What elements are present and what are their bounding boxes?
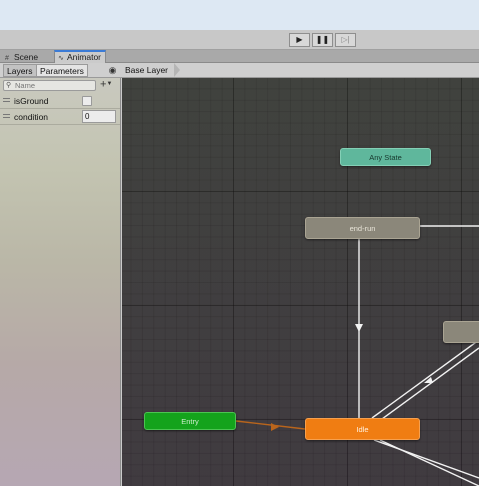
- transition-arrow-icon: [424, 377, 433, 383]
- entry-transition-line[interactable]: [235, 420, 306, 430]
- add-parameter-button[interactable]: +▼: [100, 79, 118, 91]
- parameter-bool-checkbox[interactable]: [82, 96, 92, 106]
- state-end-run[interactable]: end-run: [305, 217, 420, 239]
- parameter-row[interactable]: isGround: [0, 93, 120, 109]
- play-toolbar: ▶ ❚❚ ▷|: [0, 30, 479, 50]
- breadcrumb-label: Base Layer: [125, 65, 168, 75]
- drag-handle-icon[interactable]: [3, 98, 10, 102]
- parameter-search[interactable]: ⚲: [3, 80, 96, 91]
- transition-arrow-icon: [355, 324, 363, 332]
- editor-tab-bar: # Scene ∿ Animator: [0, 50, 479, 63]
- tab-scene[interactable]: # Scene: [2, 51, 42, 63]
- pause-button[interactable]: ❚❚: [312, 33, 333, 47]
- transition-line[interactable]: [377, 347, 479, 423]
- state-idle[interactable]: Idle: [305, 418, 420, 440]
- tab-layers[interactable]: Layers: [3, 64, 37, 77]
- parameter-name: isGround: [14, 96, 49, 106]
- window-top-strip: [0, 0, 479, 30]
- step-button[interactable]: ▷|: [335, 33, 356, 47]
- play-button[interactable]: ▶: [289, 33, 310, 47]
- state-offscreen[interactable]: [443, 321, 479, 343]
- state-entry[interactable]: Entry: [144, 412, 236, 430]
- tab-animator[interactable]: ∿ Animator: [54, 50, 107, 63]
- breadcrumb[interactable]: Base Layer: [121, 63, 181, 78]
- state-any-state[interactable]: Any State: [340, 148, 431, 166]
- transition-line[interactable]: [379, 439, 479, 486]
- eye-icon[interactable]: ◉: [107, 65, 118, 75]
- play-icon: ▶: [296, 35, 303, 44]
- tab-parameters[interactable]: Parameters: [36, 64, 88, 77]
- chevron-down-icon: ▼: [106, 81, 113, 87]
- search-icon: ⚲: [6, 82, 12, 89]
- drag-handle-icon[interactable]: [3, 114, 10, 118]
- animator-graph-canvas[interactable]: Any State end-run Entry Idle: [122, 78, 479, 486]
- animator-subbar: Layers Parameters ◉ Base Layer: [0, 63, 479, 78]
- step-icon: ▷|: [341, 35, 350, 44]
- search-input[interactable]: [15, 81, 93, 90]
- breadcrumb-arrow: [174, 63, 180, 77]
- pause-icon: ❚❚: [315, 35, 330, 44]
- parameter-row[interactable]: condition 0: [0, 109, 120, 125]
- transition-line[interactable]: [373, 439, 479, 479]
- transition-arrow-icon: [271, 423, 279, 431]
- transition-line[interactable]: [371, 339, 479, 419]
- parameter-name: condition: [14, 112, 49, 122]
- parameter-int-field[interactable]: 0: [82, 110, 116, 123]
- parameters-panel: ⚲ +▼ isGround condition 0: [0, 78, 121, 486]
